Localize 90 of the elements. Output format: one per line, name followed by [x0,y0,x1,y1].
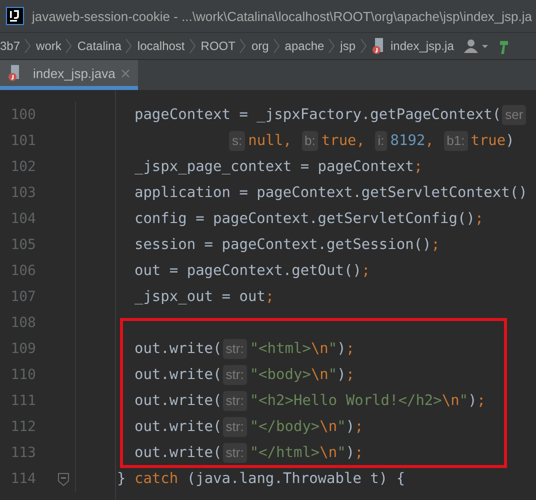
string-literal: "</html> [250,445,320,461]
punctuation: , [425,133,435,149]
line-number: 102 [10,159,36,175]
punctuation: ; [346,341,355,357]
breadcrumb-item[interactable]: Catalina [77,39,122,53]
punctuation: ; [476,393,486,409]
code-text: _jspx_out = out [133,289,266,305]
line-number: 106 [10,263,36,279]
code-text: out.write( [133,341,222,357]
punctuation: ; [474,211,484,227]
parameter-hint: b: [302,131,318,151]
code-text: pageContext = _jspxFactory.getPageContext( [133,107,502,123]
code-text: ) [337,367,346,383]
line-number: 100 [10,107,36,123]
line-number: 114 [10,471,36,487]
string-literal: " [328,367,338,383]
line-number: 111 [10,393,36,409]
escape-sequence: \n [320,419,338,435]
line-number: 107 [10,289,36,305]
code-text: ) [468,393,477,409]
punctuation: , [356,133,366,149]
editor-tab[interactable]: index_jsp.java [0,60,138,90]
code-text: config = pageContext.getServletConfig() [133,211,475,227]
punctuation: ; [431,237,440,253]
code-text: (java.lang.Throwable t) { [186,471,406,487]
punctuation: ; [265,289,274,305]
code-text: session = pageContext.getSession() [133,237,432,253]
line-number: 103 [10,185,36,201]
string-literal: "<h2>Hello World!</h2> [250,393,442,409]
breadcrumb-item[interactable]: work [36,39,62,53]
escape-sequence: \n [310,367,328,383]
line-number: 112 [10,419,36,435]
string-literal: " [459,393,468,409]
keyword: true [470,133,506,149]
parameter-hint: str: [222,365,247,385]
tab-label: index_jsp.java [33,66,116,80]
escape-sequence: \n [320,445,338,461]
line-number: 101 [10,133,36,149]
breadcrumb-item[interactable]: apache [284,39,324,53]
code-text: out.write( [133,393,222,409]
code-text: ) [506,133,514,149]
line-number: 113 [10,445,36,461]
code-text: } [117,471,127,487]
string-literal: "<html> [250,341,311,357]
parameter-hint: ser [502,105,526,125]
code-text: out.write( [133,445,222,461]
number-literal: 8192 [390,133,426,149]
code-text: out.write( [133,367,222,383]
code-text: _jspx_page_context = pageContext [133,159,414,175]
punctuation: ; [354,419,364,435]
keyword: catch [134,471,178,487]
string-literal: " [337,419,346,435]
keyword: null [248,133,284,149]
code-text: ) [346,445,355,461]
code-text: out.write( [133,419,222,435]
parameter-hint: s: [229,131,246,151]
line-number: 110 [10,367,36,383]
string-literal: " [337,445,346,461]
parameter-hint: str: [222,339,247,359]
line-number: 108 [10,315,36,331]
line-number: 105 [10,237,36,253]
parameter-hint: str: [222,391,247,411]
punctuation: ; [354,445,364,461]
code-text: ) [346,419,355,435]
window-title: javaweb-session-cookie - ...\work\Catalina\localhost\ROOT\org\apache\jsp\index_jsp.ja [32,8,532,24]
code-text: application = pageContext.getServletContext() [133,185,528,201]
line-number: 109 [10,341,36,357]
punctuation: ; [414,159,423,175]
breadcrumb-item[interactable]: ROOT [200,39,236,53]
escape-sequence: \n [442,393,460,409]
breadcrumb-item[interactable]: index_jsp.ja [390,39,454,53]
punctuation: , [283,133,293,149]
code-text: out = pageContext.getOut() [133,263,362,279]
breadcrumb-item[interactable]: org [251,39,269,53]
parameter-hint: str: [222,417,247,437]
code-text: ) [337,341,346,357]
parameter-hint: b1: [444,131,468,151]
keyword: true [321,133,356,149]
breadcrumb-item[interactable]: localhost [137,39,185,53]
parameter-hint: str: [222,443,247,463]
string-literal: " [328,341,338,357]
punctuation: ; [346,367,355,383]
parameter-hint: i: [374,131,388,151]
string-literal: "<body> [250,367,311,383]
punctuation: ; [361,263,370,279]
escape-sequence: \n [310,341,328,357]
line-number: 104 [10,211,36,227]
string-literal: "</body> [250,419,320,435]
breadcrumb-item[interactable]: 3b7 [0,39,20,53]
breadcrumb-item[interactable]: jsp [340,39,356,53]
